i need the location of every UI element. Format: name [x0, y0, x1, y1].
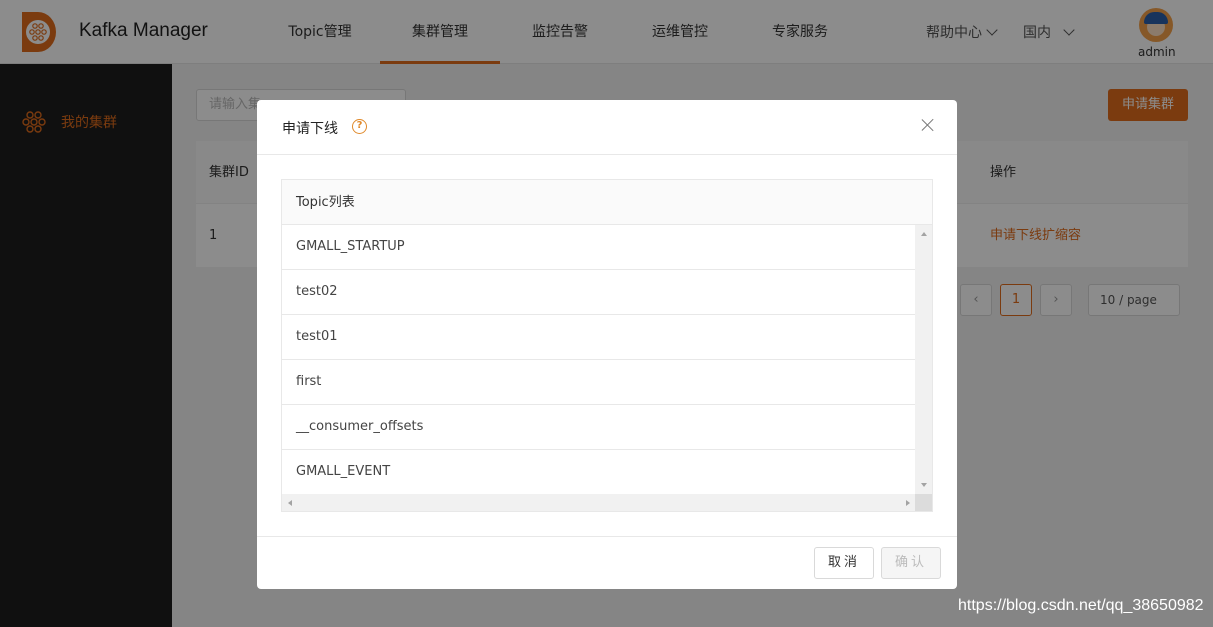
- offline-request-dialog: 申请下线 ? Topic列表 GMALL_STARTUP test02 test…: [257, 100, 957, 589]
- scroll-up-arrow-icon[interactable]: [921, 232, 927, 236]
- topic-list: Topic列表 GMALL_STARTUP test02 test01 firs…: [281, 179, 933, 512]
- topic-list-header: Topic列表: [282, 180, 932, 225]
- scrollbar-corner: [915, 494, 932, 511]
- list-item: GMALL_STARTUP: [282, 225, 916, 270]
- vertical-scrollbar[interactable]: [915, 225, 932, 495]
- horizontal-scrollbar[interactable]: [282, 494, 916, 511]
- scroll-left-arrow-icon[interactable]: [288, 500, 292, 506]
- scroll-right-arrow-icon[interactable]: [906, 500, 910, 506]
- dialog-title: 申请下线: [282, 121, 338, 137]
- dialog-footer: 取消 确认: [257, 536, 957, 589]
- list-item: test01: [282, 315, 916, 360]
- confirm-button[interactable]: 确认: [881, 547, 941, 579]
- list-item: test02: [282, 270, 916, 315]
- topic-list-body: GMALL_STARTUP test02 test01 first __cons…: [282, 225, 916, 495]
- list-item: first: [282, 360, 916, 405]
- scroll-down-arrow-icon[interactable]: [921, 483, 927, 487]
- close-icon[interactable]: [921, 118, 935, 132]
- question-icon[interactable]: ?: [352, 119, 367, 134]
- watermark: https://blog.csdn.net/qq_38650982: [958, 597, 1204, 614]
- list-item: __consumer_offsets: [282, 405, 916, 450]
- list-item: GMALL_EVENT: [282, 450, 916, 495]
- dialog-header: 申请下线 ?: [257, 100, 957, 155]
- cancel-button[interactable]: 取消: [814, 547, 874, 579]
